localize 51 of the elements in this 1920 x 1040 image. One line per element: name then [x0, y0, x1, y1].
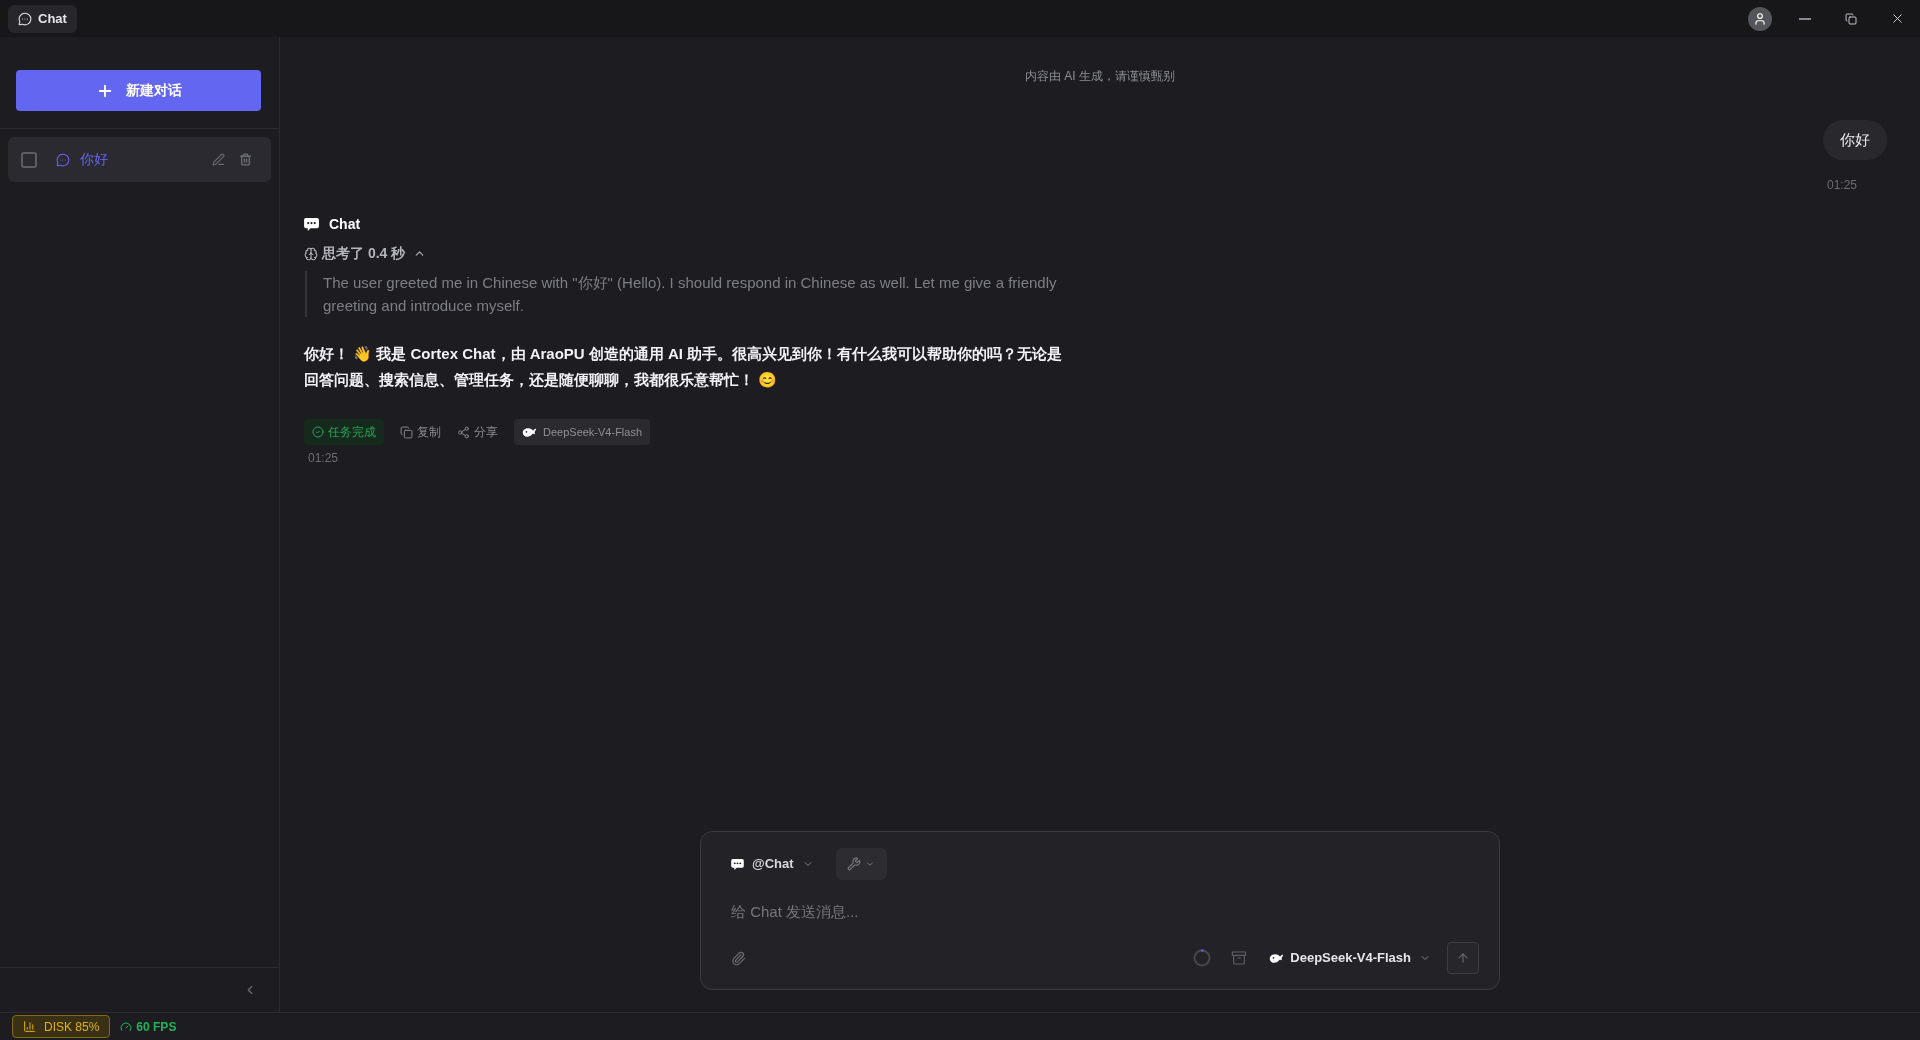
- conversation-title: 你好: [80, 150, 108, 169]
- minimize-icon: [1799, 17, 1811, 20]
- loading-spinner-icon: [1193, 949, 1212, 967]
- agent-name: Chat: [329, 214, 361, 234]
- checkbox[interactable]: [21, 151, 37, 168]
- model-badge: DeepSeek-V4-Flash: [514, 419, 651, 445]
- ai-notice: 内容由 AI 生成，请谨慎甄别: [1024, 68, 1176, 85]
- thinking-text: The user greeted me in Chinese with "你好" (Hello). I should respond in Chinese as well. Let me give a friendly greeting and introduce myself.: [305, 271, 1083, 317]
- chat-bubble-icon: [731, 858, 744, 870]
- wrench-icon: [847, 857, 862, 871]
- fps-indicator: 60 FPS: [120, 1017, 177, 1036]
- user-message-bubble: 你好: [1823, 120, 1887, 160]
- chat-bubble-icon: [304, 217, 319, 231]
- share-button[interactable]: 分享: [457, 419, 498, 445]
- chat-bubble-icon: [18, 11, 32, 26]
- delete-button[interactable]: [239, 153, 252, 166]
- copy-button[interactable]: 复制: [400, 419, 441, 445]
- window-tab[interactable]: Chat: [8, 4, 77, 33]
- user-icon: [1753, 11, 1767, 26]
- chat-bubble-icon: [56, 152, 70, 167]
- status-badge: 任务完成: [304, 419, 384, 445]
- brain-icon: [304, 246, 318, 261]
- disk-usage-badge: DISK 85%: [12, 1015, 111, 1038]
- archive-icon: [1231, 950, 1248, 966]
- restore-icon: [1845, 12, 1857, 25]
- pencil-icon: [212, 153, 225, 166]
- trash-icon: [239, 153, 252, 166]
- answer-text: 你好！ 👋 我是 Cortex Chat，由 AraoPU 创造的通用 AI 助手。很高兴见到你！有什么我可以帮助你的吗？无论是回答问题、搜索信息、管理任务，还是随便聊聊，我都很乐意帮忙！ 😊: [304, 344, 1064, 390]
- edit-button[interactable]: [212, 153, 225, 166]
- thinking-toggle[interactable]: 思考了 0.4 秒: [304, 243, 427, 264]
- check-circle-icon: [312, 426, 324, 438]
- model-selector[interactable]: DeepSeek-V4-Flash: [1269, 942, 1431, 974]
- agent-selector[interactable]: @Chat: [725, 848, 820, 880]
- fish-icon: [522, 426, 537, 438]
- attach-button[interactable]: [731, 950, 746, 966]
- copy-icon: [400, 425, 413, 439]
- share-icon: [457, 425, 470, 439]
- avatar-button[interactable]: [1748, 6, 1772, 31]
- archive-button[interactable]: [1231, 950, 1248, 966]
- arrow-up-icon: [1456, 951, 1470, 965]
- gauge-icon: [120, 1020, 133, 1033]
- bar-chart-icon: [23, 1020, 36, 1033]
- tools-button[interactable]: [835, 848, 887, 880]
- message-time: 01:25: [308, 450, 339, 467]
- fish-icon: [1269, 952, 1285, 964]
- message-time: 01:25: [1827, 177, 1858, 194]
- message-input[interactable]: 给 Chat 发送消息...: [725, 899, 1479, 923]
- chevron-down-icon: [865, 859, 876, 869]
- paperclip-icon: [731, 950, 746, 966]
- new-chat-button[interactable]: 新建对话: [16, 70, 261, 111]
- send-button[interactable]: [1447, 942, 1479, 974]
